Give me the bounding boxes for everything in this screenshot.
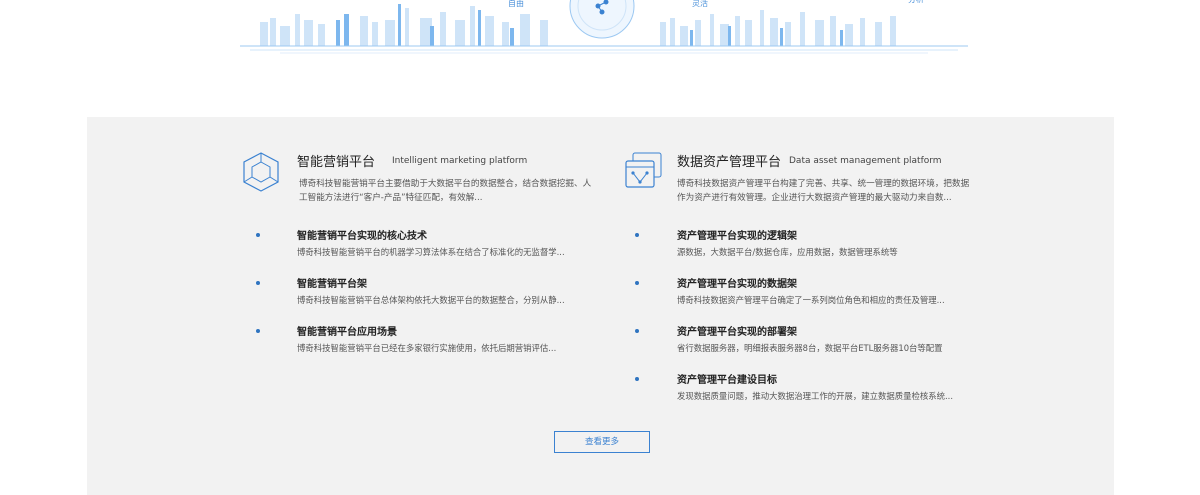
- item-desc: 省行数据服务器，明细报表服务器8台，数据平台ETL服务器10台等配置: [677, 343, 943, 353]
- data-asset-platform-title[interactable]: 数据资产管理平台: [677, 151, 781, 170]
- item-desc: 博奇科技数据资产管理平台确定了一系列岗位角色和相应的责任及管理...: [677, 295, 945, 305]
- product-panel: 智能营销平台 Intelligent marketing platform 博奇…: [87, 117, 1114, 495]
- list-item[interactable]: 资产管理平台实现的部署架 省行数据服务器，明细报表服务器8台，数据平台ETL服务…: [617, 323, 1017, 363]
- banner-label-analysis: 分析: [908, 0, 924, 5]
- item-desc: 博奇科技智能营销平台已经在多家银行实施使用，依托后期营销评估...: [297, 343, 557, 353]
- bullet-icon: [256, 329, 260, 333]
- bullet-icon: [635, 233, 639, 237]
- bullet-icon: [256, 281, 260, 285]
- list-item[interactable]: 资产管理平台实现的逻辑架 源数据，大数据平台/数据仓库，应用数据，数据管理系统等: [617, 227, 1017, 267]
- item-title[interactable]: 资产管理平台实现的部署架: [677, 323, 797, 338]
- dashboard-icon: [623, 151, 665, 193]
- banner-label-flexible: 灵活: [692, 0, 708, 8]
- item-title[interactable]: 智能营销平台实现的核心技术: [297, 227, 427, 242]
- item-title[interactable]: 资产管理平台实现的数据架: [677, 275, 797, 290]
- bullet-icon: [635, 329, 639, 333]
- item-title[interactable]: 智能营销平台架: [297, 275, 367, 290]
- item-desc: 源数据，大数据平台/数据仓库，应用数据，数据管理系统等: [677, 247, 898, 257]
- bullet-icon: [256, 233, 260, 237]
- item-title[interactable]: 资产管理平台实现的逻辑架: [677, 227, 797, 242]
- item-title[interactable]: 资产管理平台建设目标: [677, 371, 777, 386]
- list-item[interactable]: 资产管理平台实现的数据架 博奇科技数据资产管理平台确定了一系列岗位角色和相应的责…: [617, 275, 1017, 315]
- list-item[interactable]: 智能营销平台架 博奇科技智能营销平台总体架构依托大数据平台的数据整合，分别从静.…: [237, 275, 637, 315]
- bullet-icon: [635, 377, 639, 381]
- list-item[interactable]: 智能营销平台应用场景 博奇科技智能营销平台已经在多家银行实施使用，依托后期营销评…: [237, 323, 637, 363]
- item-desc: 博奇科技智能营销平台总体架构依托大数据平台的数据整合，分别从静...: [297, 295, 565, 305]
- view-more-button[interactable]: 查看更多: [554, 431, 650, 453]
- data-asset-platform-title-en: Data asset management platform: [789, 156, 942, 166]
- marketing-platform-title[interactable]: 智能营销平台: [297, 151, 375, 170]
- item-desc: 博奇科技智能营销平台的机器学习算法体系在结合了标准化的无监督学...: [297, 247, 565, 257]
- data-asset-platform-desc: 博奇科技数据资产管理平台构建了完善、共享、统一管理的数据环境，把数据作为资产进行…: [677, 179, 970, 203]
- skyline-illustration: [240, 0, 968, 54]
- marketing-platform-desc: 博奇科技智能营销平台主要借助于大数据平台的数据整合，结合数据挖掘、人工智能方法进…: [299, 179, 592, 203]
- cube-icon: [240, 151, 282, 193]
- bullet-icon: [635, 281, 639, 285]
- item-desc: 发现数据质量问题，推动大数据治理工作的开展，建立数据质量检核系统...: [677, 391, 953, 401]
- skyline-banner: 自由 灵活 分析: [240, 0, 968, 56]
- list-item[interactable]: 智能营销平台实现的核心技术 博奇科技智能营销平台的机器学习算法体系在结合了标准化…: [237, 227, 637, 267]
- marketing-platform-title-en: Intelligent marketing platform: [392, 156, 528, 166]
- item-title[interactable]: 智能营销平台应用场景: [297, 323, 397, 338]
- list-item[interactable]: 资产管理平台建设目标 发现数据质量问题，推动大数据治理工作的开展，建立数据质量检…: [617, 371, 1017, 411]
- banner-label-free: 自由: [508, 0, 524, 8]
